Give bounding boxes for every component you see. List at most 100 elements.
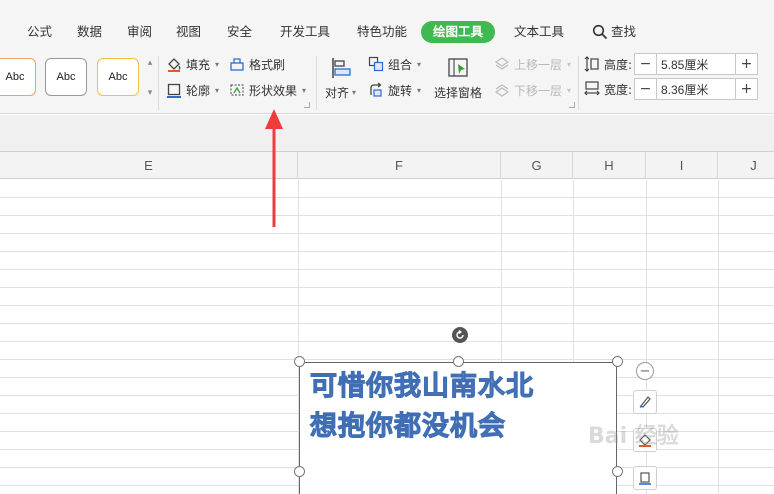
resize-handle-top-left[interactable] <box>294 356 305 367</box>
collapse-toolbar-button[interactable]: − <box>636 362 654 380</box>
tab-text-tools[interactable]: 文本工具 <box>514 21 564 43</box>
format-painter-icon <box>230 58 244 71</box>
rotate-button[interactable]: 旋转 ▾ <box>368 80 421 100</box>
height-decrease-button[interactable]: − <box>635 54 657 74</box>
tab-special-features[interactable]: 特色功能 <box>357 21 407 43</box>
shape-outline-button[interactable] <box>633 466 657 490</box>
caret-down-icon: ▾ <box>417 59 422 69</box>
caret-down-icon: ▾ <box>302 85 307 95</box>
shape-style-gray[interactable]: Abc <box>45 58 87 96</box>
align-button[interactable]: 对齐 ▾ <box>325 56 356 101</box>
height-increase-button[interactable]: + <box>735 54 757 74</box>
column-header-g[interactable]: G <box>501 152 573 179</box>
menu-bar: 公式 数据 审阅 视图 安全 开发工具 特色功能 绘图工具 文本工具 查找 <box>0 0 774 50</box>
style-gallery-more[interactable]: ▴ ▾ <box>145 58 155 98</box>
resize-handle-top-right[interactable] <box>612 356 623 367</box>
group-launcher-icon[interactable] <box>304 102 310 108</box>
caret-down-icon: ▾ <box>567 59 572 69</box>
search-icon <box>592 24 608 40</box>
text-shape[interactable]: 可惜你我山南水北 想抱你都没机会 <box>299 362 617 494</box>
watermark: Bai 经验 <box>588 424 679 449</box>
formula-bar-area <box>0 115 774 152</box>
annotation-arrow-icon <box>265 109 283 227</box>
menu-tabs: 公式 数据 审阅 视图 安全 开发工具 特色功能 绘图工具 文本工具 查找 <box>0 0 774 50</box>
caret-down-icon: ▾ <box>215 85 220 95</box>
tab-data[interactable]: 数据 <box>77 21 102 43</box>
height-row: 高度: − + <box>584 53 758 75</box>
group-icon <box>368 56 384 72</box>
tab-review[interactable]: 审阅 <box>127 21 152 43</box>
column-header-f[interactable]: F <box>298 152 501 179</box>
width-increase-button[interactable]: + <box>735 79 757 99</box>
format-painter-label: 格式刷 <box>249 57 286 72</box>
selection-pane-label: 选择窗格 <box>434 86 483 100</box>
height-icon <box>584 56 599 72</box>
format-painter-button[interactable]: 格式刷 <box>229 54 285 74</box>
search-label: 查找 <box>611 24 637 39</box>
group-button[interactable]: 组合 ▾ <box>368 54 421 74</box>
caret-down-icon: ▾ <box>567 85 572 95</box>
rotate-arrow-icon <box>456 330 464 339</box>
rotate-handle[interactable] <box>452 327 468 343</box>
ribbon-separator <box>578 56 579 110</box>
resize-handle-right[interactable] <box>612 466 623 477</box>
width-row: 宽度: − + <box>584 78 758 100</box>
outline-icon <box>639 472 651 485</box>
bring-forward-button[interactable]: 上移一层 ▾ <box>494 54 571 74</box>
shape-style-button[interactable] <box>633 390 657 414</box>
tab-developer[interactable]: 开发工具 <box>280 21 330 43</box>
shape-style-orange[interactable]: Abc <box>0 58 36 96</box>
width-input[interactable] <box>657 79 735 99</box>
chevron-down-icon: ▾ <box>147 88 153 98</box>
column-header-row: E F G H I J <box>0 152 774 179</box>
column-header-j[interactable]: J <box>718 152 774 179</box>
align-icon <box>331 58 351 78</box>
resize-handle-top[interactable] <box>453 356 464 367</box>
shape-effects-button[interactable]: 形状效果 ▾ <box>229 80 306 100</box>
bring-forward-label: 上移一层 <box>514 57 563 72</box>
shape-style-yellow[interactable]: Abc <box>97 58 139 96</box>
selection-pane-button[interactable]: 选择窗格 <box>434 56 482 101</box>
search-button[interactable]: 查找 <box>592 21 636 43</box>
width-icon <box>584 81 600 96</box>
tab-drawing-tools[interactable]: 绘图工具 <box>421 21 496 43</box>
ribbon-toolbar: Abc Abc Abc ▴ ▾ 填充 ▾ 轮廓 ▾ 格式刷 形状效果 ▾ 对齐 … <box>0 50 774 114</box>
shape-effects-label: 形状效果 <box>249 83 298 98</box>
send-backward-label: 下移一层 <box>514 83 563 98</box>
tab-formulas[interactable]: 公式 <box>27 21 52 43</box>
fill-bucket-icon <box>168 58 181 72</box>
brush-icon <box>639 396 651 408</box>
caret-down-icon: ▾ <box>352 88 357 97</box>
send-backward-button[interactable]: 下移一层 ▾ <box>494 80 571 100</box>
send-backward-icon <box>494 84 510 97</box>
width-stepper: − + <box>634 78 758 100</box>
width-decrease-button[interactable]: − <box>635 79 657 99</box>
fill-label: 填充 <box>186 57 211 72</box>
shape-text[interactable]: 可惜你我山南水北 想抱你都没机会 <box>310 367 534 447</box>
width-label: 宽度: <box>604 82 633 97</box>
fill-button[interactable]: 填充 ▾ <box>166 54 219 74</box>
bring-forward-icon <box>494 57 510 70</box>
rotate-icon <box>370 82 382 97</box>
ribbon-separator <box>316 56 317 110</box>
column-header-e[interactable]: E <box>0 152 298 179</box>
ribbon-separator <box>158 56 159 110</box>
tab-security[interactable]: 安全 <box>227 21 252 43</box>
group-label: 组合 <box>388 57 413 72</box>
selection-pane-icon <box>448 58 468 77</box>
column-header-i[interactable]: I <box>646 152 718 179</box>
align-label: 对齐 <box>325 86 350 100</box>
height-label: 高度: <box>604 57 633 72</box>
chevron-up-icon: ▴ <box>147 58 153 68</box>
outline-icon <box>167 83 181 98</box>
group-launcher-icon[interactable] <box>569 102 575 108</box>
column-header-h[interactable]: H <box>573 152 646 179</box>
height-input[interactable] <box>657 54 735 74</box>
resize-handle-left[interactable] <box>294 466 305 477</box>
tab-view[interactable]: 视图 <box>176 21 201 43</box>
outline-label: 轮廓 <box>186 83 211 98</box>
shape-text-line: 想抱你都没机会 <box>310 411 506 443</box>
rotate-label: 旋转 <box>388 83 413 98</box>
height-stepper: − + <box>634 53 758 75</box>
outline-button[interactable]: 轮廓 ▾ <box>166 80 219 100</box>
